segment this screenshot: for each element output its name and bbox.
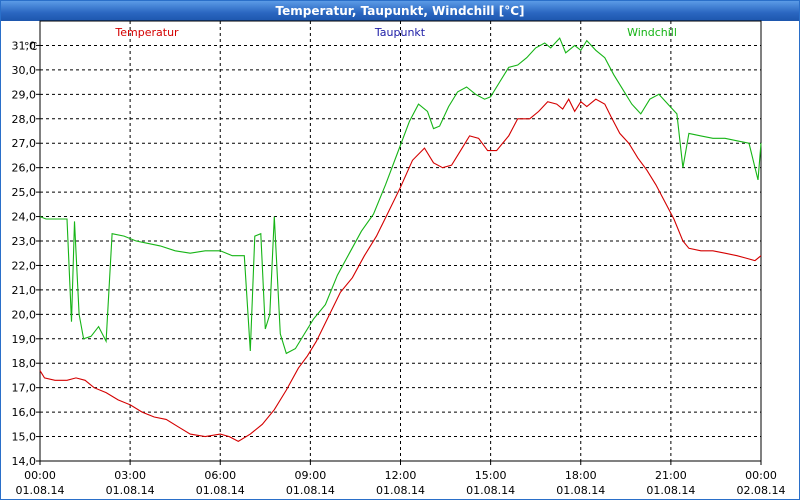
y-tick-label: 29,0	[12, 88, 37, 101]
x-tick-time: 09:00	[295, 469, 327, 482]
x-tick-time: 12:00	[385, 469, 417, 482]
x-tick-date: 01.08.14	[556, 484, 605, 497]
y-tick-label: 22,0	[12, 259, 37, 272]
y-tick-label: 15,0	[12, 431, 37, 444]
x-tick-date: 01.08.14	[286, 484, 335, 497]
y-tick-label: 30,0	[12, 64, 37, 77]
x-tick-date: 01.08.14	[646, 484, 695, 497]
x-tick-date: 01.08.14	[466, 484, 515, 497]
x-axis: 00:00 01.08.14 03:00 01.08.14 06:00 01.08.14 0…	[16, 461, 786, 497]
x-tick-time: 15:00	[475, 469, 507, 482]
y-tick-label: 17,0	[12, 382, 37, 395]
y-tick-label: 25,0	[12, 186, 37, 199]
x-tick-time: 03:00	[114, 469, 146, 482]
x-tick-date: 02.08.14	[737, 484, 786, 497]
x-tick-time: 00:00	[745, 469, 777, 482]
x-tick-date: 01.08.14	[16, 484, 65, 497]
y-tick-label: 27,0	[12, 137, 37, 150]
x-tick-time: 18:00	[565, 469, 597, 482]
y-tick-label: 23,0	[12, 235, 37, 248]
x-tick-time: 06:00	[204, 469, 236, 482]
y-tick-label: 24,0	[12, 211, 37, 224]
y-tick-label: 18,0	[12, 357, 37, 370]
legend-taupunkt: Taupunkt	[374, 26, 426, 39]
y-axis: °C 14,015,016,017,018,019,020,021,022,02…	[12, 39, 40, 468]
y-tick-label: 20,0	[12, 308, 37, 321]
chart-area: °C 14,015,016,017,018,019,020,021,022,02…	[12, 20, 786, 497]
y-tick-label: 16,0	[12, 406, 37, 419]
y-tick-label: 14,0	[12, 455, 37, 468]
y-tick-label: 28,0	[12, 113, 37, 126]
y-tick-label: 31,0	[12, 39, 37, 52]
x-tick-date: 01.08.14	[196, 484, 245, 497]
legend-windchill: Windchill	[627, 26, 677, 39]
x-tick-time: 00:00	[24, 469, 56, 482]
x-tick-date: 01.08.14	[106, 484, 155, 497]
x-tick-date: 01.08.14	[376, 484, 425, 497]
y-tick-label: 21,0	[12, 284, 37, 297]
legend-temperatur: Temperatur	[114, 26, 179, 39]
x-tick-time: 21:00	[655, 469, 687, 482]
y-tick-label: 19,0	[12, 333, 37, 346]
y-tick-label: 26,0	[12, 162, 37, 175]
